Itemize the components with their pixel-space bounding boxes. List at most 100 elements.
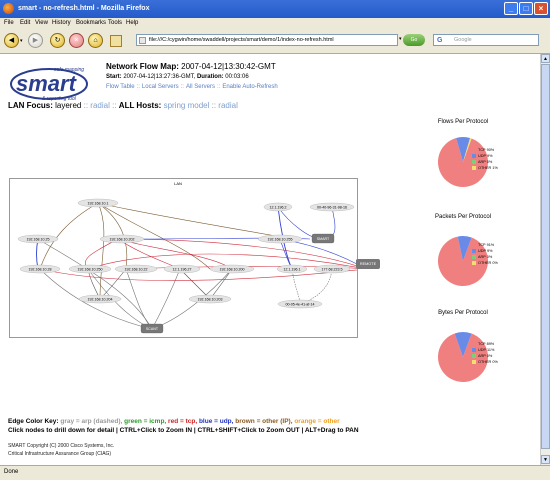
- legend-swatch-other: [472, 261, 476, 265]
- maximize-button[interactable]: □: [519, 2, 533, 15]
- graph-node[interactable]: 192.168.10.1: [77, 198, 119, 208]
- graph-node[interactable]: 192.168.10.203: [188, 294, 232, 304]
- bookmark-page-icon[interactable]: [110, 35, 122, 47]
- address-text: file:///C:/cygwin/home/swaddell/projects…: [149, 37, 334, 43]
- svg-text:192.168.10.25: 192.168.10.25: [27, 237, 50, 241]
- lan-focus-current: layered: [55, 101, 82, 110]
- edge-key-brown: brown = other (IP),: [235, 418, 293, 425]
- svg-text:00-40-96-31-98-16: 00-40-96-31-98-16: [317, 205, 347, 209]
- graph-node[interactable]: 192.168.10.250: [68, 264, 112, 274]
- all-hosts-spring-link[interactable]: spring model: [164, 101, 210, 110]
- page-title-timestamp: 2007-04-12|13:30:42-GMT: [181, 62, 276, 71]
- search-placeholder: Google: [454, 37, 472, 43]
- legend-swatch-arp: [472, 160, 476, 164]
- graph-node[interactable]: 192.168.10.255: [257, 234, 303, 244]
- graph-node[interactable]: SCANT: [140, 323, 164, 334]
- reload-icon[interactable]: ↻: [50, 33, 65, 48]
- network-graph-svg: LAN 192.168.10.1 12.1.196.2 00-40-96-31-…: [17, 181, 367, 334]
- legend-swatch-arp: [472, 255, 476, 259]
- link-local-servers[interactable]: Local Servers: [142, 84, 179, 90]
- forward-icon[interactable]: ▶: [28, 33, 43, 48]
- back-icon[interactable]: ◀: [4, 33, 19, 48]
- svg-text:12.1.196.2: 12.1.196.2: [270, 205, 287, 209]
- graph-node[interactable]: 192.168.10.204: [78, 294, 122, 304]
- address-bar[interactable]: file:///C:/cygwin/home/swaddell/projects…: [136, 34, 398, 46]
- graph-node[interactable]: 00-05-4e-41-af-14: [277, 299, 323, 309]
- close-button[interactable]: ×: [534, 2, 548, 15]
- all-hosts-label: ALL Hosts:: [118, 101, 162, 110]
- svg-text:192.168.10.1: 192.168.10.1: [88, 201, 109, 205]
- navigation-toolbar: ◀ ▾ ▶ ↻ × ⌂ file:///C:/cygwin/home/swadd…: [0, 29, 550, 54]
- pie-legend-packets: TCP 91% UDP 9% ARP 0% OTHER 0%: [472, 242, 498, 266]
- pie-legend-flows: TCP 90% UDP 9% ARP 0% OTHER 1%: [472, 147, 498, 171]
- go-button[interactable]: Go: [403, 34, 425, 46]
- graph-node[interactable]: SMART: [311, 233, 335, 244]
- page-title-label: Network Flow Map:: [106, 62, 179, 71]
- lan-focus-label: LAN Focus:: [8, 101, 53, 110]
- pie-title-packets: Packets Per Protocol: [434, 214, 492, 220]
- status-text: Done: [4, 469, 19, 475]
- graph-instructions: Click nodes to drill down for detail | C…: [8, 427, 359, 434]
- svg-text:00-05-4e-41-af-14: 00-05-4e-41-af-14: [286, 302, 315, 306]
- status-bar: Done: [0, 465, 550, 480]
- page-content: safe mapping smart & reporting tool Netw…: [0, 54, 540, 465]
- network-graph[interactable]: LAN 192.168.10.1 12.1.196.2 00-40-96-31-…: [9, 178, 367, 338]
- start-duration-line: Start: 2007-04-12|13:27:36-GMT, Duration…: [106, 74, 249, 80]
- home-icon[interactable]: ⌂: [88, 33, 103, 48]
- search-input[interactable]: G Google: [433, 34, 539, 46]
- menu-view[interactable]: View: [35, 20, 48, 26]
- lan-focus-radial-link[interactable]: radial: [90, 101, 110, 110]
- page-title: Network Flow Map: 2007-04-12|13:30:42-GM…: [106, 62, 276, 71]
- scroll-up-arrow[interactable]: ▲: [541, 54, 550, 63]
- start-value: 2007-04-12|13:27:36-GMT,: [123, 74, 196, 80]
- graph-node-remote-label: REMOTE: [359, 262, 377, 266]
- link-flow-table[interactable]: Flow Table: [106, 84, 135, 90]
- scroll-down-arrow[interactable]: ▼: [541, 455, 550, 464]
- duration-value: 00:03:06: [225, 74, 249, 80]
- graph-node[interactable]: 192.168.10.200: [209, 264, 255, 274]
- graph-node-remote[interactable]: REMOTE: [356, 259, 380, 269]
- window-title-bar: smart - no-refresh.html - Mozilla Firefo…: [0, 0, 550, 18]
- legend-swatch-other: [472, 360, 476, 364]
- vertical-scrollbar[interactable]: ▲ ▼: [540, 54, 550, 465]
- link-enable-auto-refresh[interactable]: Enable Auto-Refresh: [222, 84, 277, 90]
- graph-node[interactable]: 177.68.223.5: [313, 264, 351, 274]
- legend-swatch-udp: [472, 249, 476, 253]
- graph-node[interactable]: 12.1.196.27: [163, 264, 201, 274]
- svg-text:192.168.10.204: 192.168.10.204: [88, 297, 113, 301]
- legend-swatch-other: [472, 166, 476, 170]
- legend-swatch-arp: [472, 354, 476, 358]
- edge-key-blue: blue = udp,: [198, 418, 234, 425]
- graph-cluster-label: LAN: [174, 181, 182, 186]
- back-dropdown-icon[interactable]: ▾: [20, 38, 23, 44]
- edge-color-key: Edge Color Key: gray = arp (dashed), gre…: [8, 418, 340, 425]
- graph-node[interactable]: 12.1.196.2: [263, 202, 293, 212]
- stop-icon[interactable]: ×: [69, 33, 84, 48]
- logo-word: smart: [16, 71, 78, 96]
- pie-legend-bytes: TCP 89% UDP 11% ARP 0% OTHER 0%: [472, 341, 498, 365]
- minimize-button[interactable]: _: [504, 2, 518, 15]
- graph-node[interactable]: 00-40-96-31-98-16: [309, 202, 355, 212]
- graph-node[interactable]: 12.1.196.1: [276, 264, 308, 274]
- menu-bookmarks[interactable]: Bookmarks: [76, 20, 106, 26]
- legend-swatch-tcp: [472, 243, 476, 247]
- edge-key-green: green = icmp,: [124, 418, 167, 425]
- svg-text:12.1.196.1: 12.1.196.1: [284, 267, 301, 271]
- menu-help[interactable]: Help: [126, 20, 138, 26]
- graph-node[interactable]: 192.168.10.202: [99, 234, 145, 244]
- graph-node[interactable]: 192.168.10.25: [17, 234, 59, 244]
- menu-edit[interactable]: Edit: [20, 20, 30, 26]
- menu-history[interactable]: History: [52, 20, 71, 26]
- menu-tools[interactable]: Tools: [108, 20, 122, 26]
- scroll-thumb[interactable]: [541, 64, 550, 449]
- window-title: smart - no-refresh.html - Mozilla Firefo…: [18, 5, 150, 12]
- header-links: Flow Table:: Local Servers:: All Servers::…: [106, 84, 278, 90]
- all-hosts-radial-link[interactable]: radial: [218, 101, 238, 110]
- link-all-servers[interactable]: All Servers: [186, 84, 215, 90]
- graph-node[interactable]: 192.168.10.28: [19, 264, 61, 274]
- menu-file[interactable]: File: [4, 20, 14, 26]
- graph-node[interactable]: 192.168.10.22: [114, 264, 158, 274]
- svg-text:192.168.10.28: 192.168.10.28: [29, 267, 52, 271]
- google-icon: G: [437, 37, 443, 44]
- address-dropdown-icon[interactable]: ▾: [399, 36, 402, 42]
